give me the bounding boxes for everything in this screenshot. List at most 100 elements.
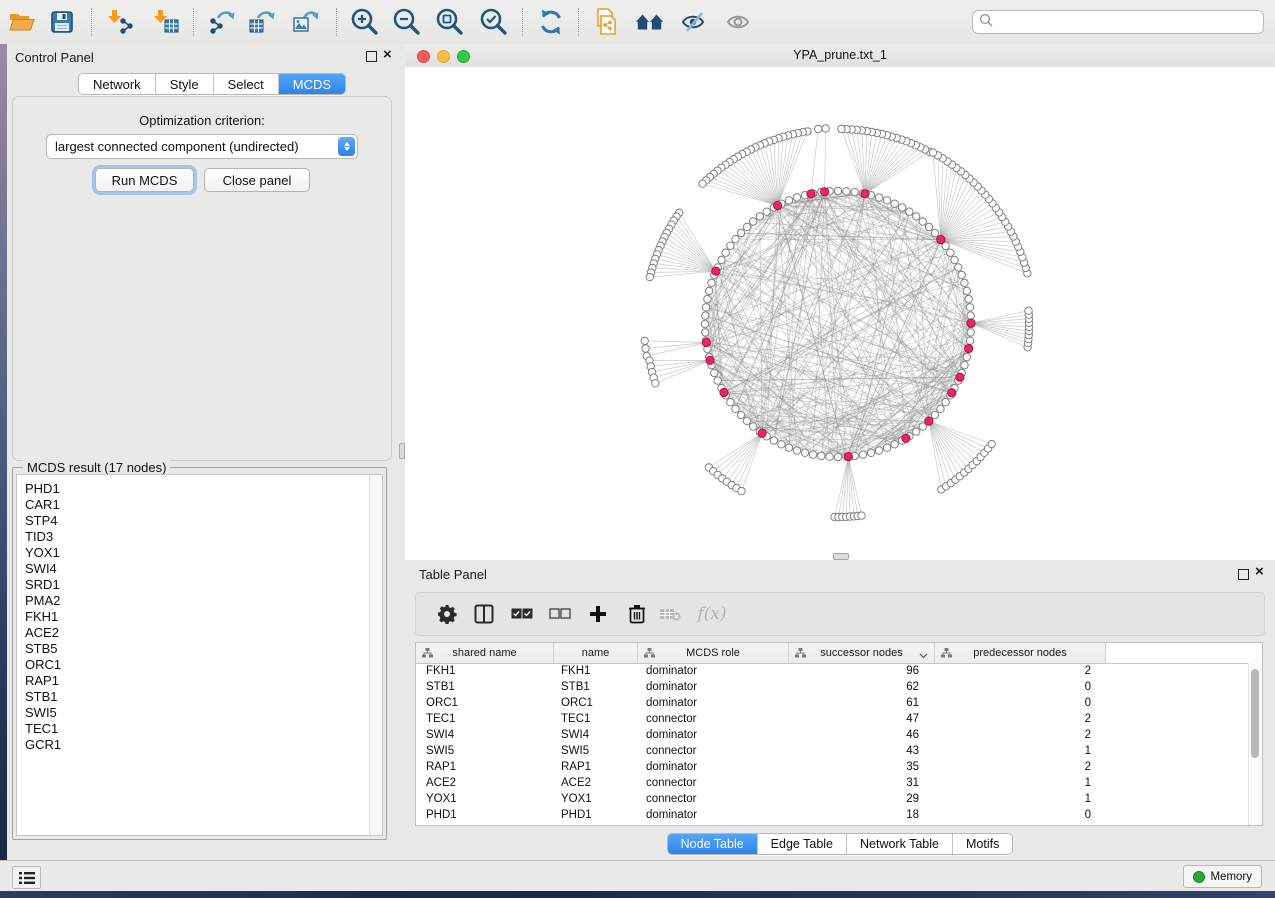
table-tab-node-table[interactable]: Node Table bbox=[668, 834, 758, 854]
table-cell: SWI4 bbox=[553, 729, 636, 741]
column-label: shared name bbox=[452, 647, 516, 659]
save-session-icon[interactable] bbox=[47, 7, 77, 37]
tab-style[interactable]: Style bbox=[156, 74, 214, 94]
home-icon[interactable] bbox=[635, 7, 665, 37]
table-cell: 1 bbox=[931, 745, 1101, 757]
table-row[interactable]: ORC1ORC1dominator610 bbox=[416, 695, 1249, 711]
mcds-result-list[interactable]: PHD1CAR1STP4TID3YOX1SWI4SRD1PMA2FKH1ACE2… bbox=[17, 475, 369, 835]
select-all-icon[interactable] bbox=[509, 601, 535, 627]
zoom-in-icon[interactable] bbox=[350, 7, 380, 37]
float-panel-icon[interactable] bbox=[366, 51, 377, 62]
mcds-result-item[interactable]: SWI4 bbox=[25, 561, 369, 577]
mcds-result-item[interactable]: RAP1 bbox=[25, 673, 369, 689]
table-cell: 0 bbox=[931, 681, 1101, 693]
table-row[interactable]: TEC1TEC1connector472 bbox=[416, 711, 1249, 727]
table-scrollbar[interactable] bbox=[1248, 663, 1262, 825]
column-header-name[interactable]: name bbox=[554, 643, 638, 663]
mcds-result-item[interactable]: STB1 bbox=[25, 689, 369, 705]
table-toolbar: f(x) bbox=[415, 592, 1265, 636]
toolbar-separator bbox=[522, 8, 523, 36]
mcds-result-item[interactable]: TEC1 bbox=[25, 721, 369, 737]
search-field[interactable] bbox=[993, 15, 1263, 29]
network-window-titlebar: YPA_prune.txt_1 bbox=[405, 44, 1275, 68]
column-header-shared-name[interactable]: shared name bbox=[416, 643, 554, 663]
settings-gear-icon[interactable] bbox=[434, 601, 460, 627]
tab-network[interactable]: Network bbox=[79, 74, 156, 94]
zoom-out-icon[interactable] bbox=[392, 7, 422, 37]
mcds-result-item[interactable]: CAR1 bbox=[25, 497, 369, 513]
table-cell: PHD1 bbox=[553, 809, 636, 821]
delete-table-icon bbox=[657, 601, 683, 627]
hide-details-icon[interactable] bbox=[679, 7, 709, 37]
mcds-result-item[interactable]: SRD1 bbox=[25, 577, 369, 593]
open-file-icon[interactable] bbox=[7, 7, 37, 37]
tab-mcds[interactable]: MCDS bbox=[279, 74, 345, 94]
column-header-MCDS-role[interactable]: MCDS role bbox=[638, 643, 789, 663]
table-cell: ORC1 bbox=[416, 697, 553, 709]
mcds-result-item[interactable]: TID3 bbox=[25, 529, 369, 545]
mcds-result-item[interactable]: ORC1 bbox=[25, 657, 369, 673]
import-table-icon[interactable] bbox=[151, 7, 181, 37]
export-network-icon[interactable] bbox=[207, 7, 237, 37]
network-graph-canvas[interactable] bbox=[405, 67, 1275, 560]
delete-column-icon[interactable] bbox=[624, 601, 650, 627]
table-row[interactable]: SWI4SWI4dominator462 bbox=[416, 727, 1249, 743]
mcds-result-item[interactable]: ACE2 bbox=[25, 625, 369, 641]
float-table-panel-icon[interactable] bbox=[1238, 569, 1249, 580]
share-document-icon[interactable] bbox=[591, 7, 621, 37]
run-mcds-button[interactable]: Run MCDS bbox=[95, 168, 194, 192]
search-input[interactable] bbox=[972, 10, 1264, 34]
table-tab-motifs[interactable]: Motifs bbox=[953, 834, 1012, 854]
mcds-result-item[interactable]: PMA2 bbox=[25, 593, 369, 609]
mcds-result-item[interactable]: PHD1 bbox=[25, 481, 369, 497]
export-table-icon[interactable] bbox=[247, 7, 277, 37]
memory-status-icon bbox=[1193, 871, 1205, 883]
mcds-result-group: MCDS result (17 nodes) PHD1CAR1STP4TID3Y… bbox=[12, 467, 387, 840]
mcds-result-item[interactable]: SWI5 bbox=[25, 705, 369, 721]
memory-button[interactable]: Memory bbox=[1183, 865, 1262, 888]
memory-label: Memory bbox=[1210, 871, 1252, 883]
table-cell: YOX1 bbox=[553, 793, 636, 805]
horizontal-splitter-handle[interactable] bbox=[833, 553, 849, 560]
table-cell: dominator bbox=[636, 681, 786, 693]
close-panel-button[interactable]: Close panel bbox=[204, 168, 310, 192]
table-row[interactable]: PHD1PHD1dominator180 bbox=[416, 807, 1249, 823]
table-row[interactable]: SWI5SWI5connector431 bbox=[416, 743, 1249, 759]
node-table: shared name nameMCDS rolesuccessor nodesp… bbox=[415, 642, 1263, 826]
table-cell: 96 bbox=[786, 665, 931, 677]
criterion-select[interactable]: largest connected component (undirected) bbox=[46, 134, 358, 159]
mcds-result-item[interactable]: STB5 bbox=[25, 641, 369, 657]
deselect-all-icon[interactable] bbox=[547, 601, 573, 627]
table-tab-network-table[interactable]: Network Table bbox=[847, 834, 953, 854]
toolbar-separator bbox=[193, 8, 194, 36]
column-browser-icon[interactable] bbox=[471, 601, 497, 627]
mcds-result-item[interactable]: GCR1 bbox=[25, 737, 369, 753]
mcds-result-item[interactable]: STP4 bbox=[25, 513, 369, 529]
close-table-panel-icon[interactable]: × bbox=[1255, 564, 1264, 580]
export-image-icon[interactable] bbox=[291, 7, 321, 37]
mcds-result-item[interactable]: FKH1 bbox=[25, 609, 369, 625]
table-cell: ACE2 bbox=[553, 777, 636, 789]
refresh-icon[interactable] bbox=[536, 7, 566, 37]
table-cell: 62 bbox=[786, 681, 931, 693]
mcds-result-item[interactable]: YOX1 bbox=[25, 545, 369, 561]
table-row[interactable]: STB1STB1dominator620 bbox=[416, 679, 1249, 695]
column-header-successor-nodes[interactable]: successor nodes bbox=[789, 643, 935, 663]
mcds-list-scrollbar[interactable] bbox=[369, 475, 382, 835]
table-tab-edge-table[interactable]: Edge Table bbox=[758, 834, 847, 854]
table-row[interactable]: RAP1RAP1dominator352 bbox=[416, 759, 1249, 775]
table-scrollbar-thumb[interactable] bbox=[1251, 669, 1259, 758]
tab-select[interactable]: Select bbox=[214, 74, 279, 94]
column-header-predecessor-nodes[interactable]: predecessor nodes bbox=[935, 643, 1106, 663]
zoom-selected-icon[interactable] bbox=[479, 7, 509, 37]
zoom-fit-icon[interactable] bbox=[435, 7, 465, 37]
close-panel-icon[interactable]: × bbox=[383, 47, 392, 63]
show-details-icon[interactable] bbox=[723, 7, 753, 37]
column-tree-icon bbox=[644, 648, 655, 661]
add-column-icon[interactable] bbox=[585, 601, 611, 627]
import-network-icon[interactable] bbox=[105, 7, 135, 37]
table-row[interactable]: YOX1YOX1connector291 bbox=[416, 791, 1249, 807]
task-history-button[interactable] bbox=[12, 866, 41, 889]
table-row[interactable]: ACE2ACE2connector311 bbox=[416, 775, 1249, 791]
table-row[interactable]: FKH1FKH1dominator962 bbox=[416, 663, 1249, 679]
